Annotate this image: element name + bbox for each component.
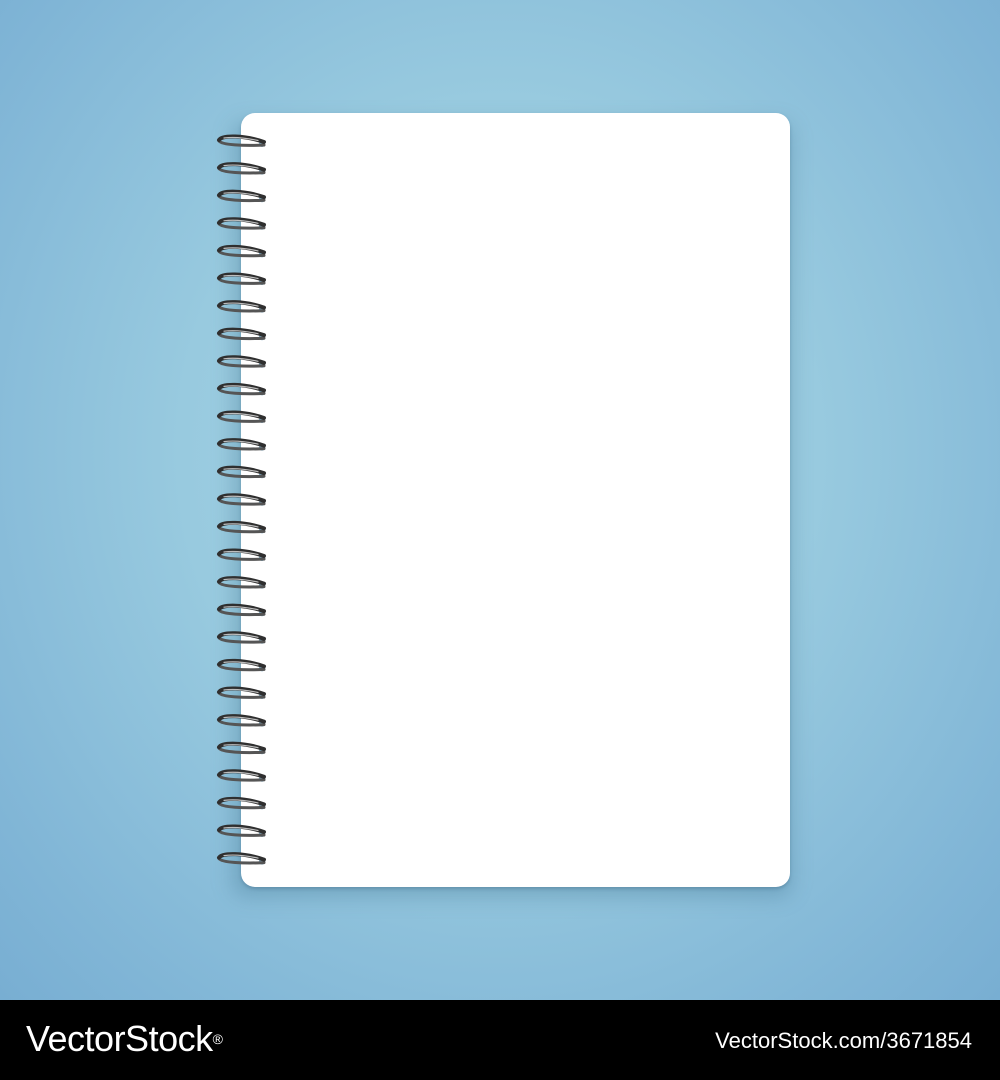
- spiral-ring: [217, 824, 266, 837]
- spiral-ring: [217, 631, 266, 644]
- spiral-ring: [217, 769, 266, 782]
- spiral-ring: [217, 658, 266, 672]
- spiral-ring: [217, 714, 266, 727]
- image-id: VectorStock.com/3671854: [715, 1028, 972, 1053]
- notebook-page: [241, 113, 790, 887]
- spiral-ring: [217, 686, 266, 699]
- spiral-ring: [217, 300, 266, 313]
- spiral-ring: [217, 134, 266, 147]
- spiral-ring: [217, 493, 266, 506]
- spiral-ring: [217, 520, 266, 534]
- spiral-ring: [217, 162, 266, 175]
- spiral-ring: [217, 438, 266, 451]
- spiral-ring: [217, 272, 266, 285]
- spiral-ring: [217, 576, 266, 589]
- spiral-ring: [217, 548, 266, 561]
- watermark-footer: VectorStock® VectorStock.com/3671854: [0, 1000, 1000, 1080]
- spiral-ring: [217, 244, 266, 258]
- spiral-ring: [217, 465, 266, 479]
- vectorstock-logo: VectorStock®: [26, 1017, 223, 1061]
- spiral-ring: [217, 603, 266, 617]
- spiral-ring: [217, 741, 266, 755]
- spiral-ring: [217, 217, 266, 230]
- registered-mark: ®: [212, 1031, 223, 1047]
- spiral-ring: [217, 327, 266, 341]
- spiral-ring: [217, 410, 266, 423]
- spiral-binding: [214, 130, 270, 870]
- spiral-ring: [217, 382, 266, 396]
- spiral-rings: [217, 134, 266, 865]
- spiral-ring: [217, 189, 266, 203]
- spiral-ring: [217, 355, 266, 368]
- spiral-ring: [217, 796, 266, 810]
- spiral-ring: [217, 852, 266, 865]
- illustration-canvas: [0, 0, 1000, 1000]
- logo-text: VectorStock: [26, 1018, 213, 1059]
